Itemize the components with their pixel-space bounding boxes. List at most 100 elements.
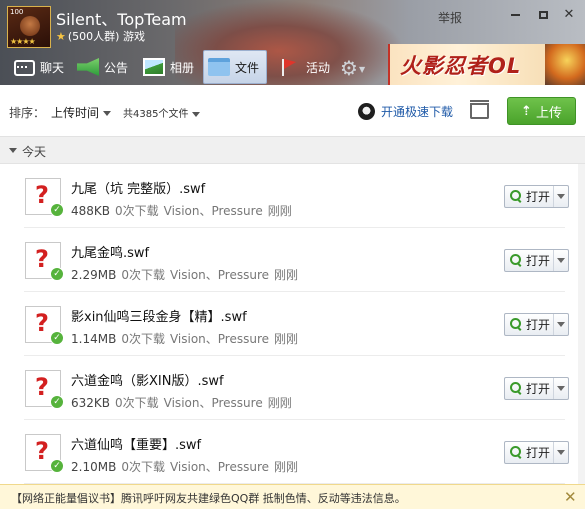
maximize-button[interactable] <box>533 6 553 24</box>
file-meta: 2.10MB 0次下载 Vision、Pressure 刚刚 <box>71 458 298 475</box>
minimize-button[interactable] <box>505 6 525 24</box>
file-name[interactable]: 九尾（坑 完整版）.swf <box>71 178 205 197</box>
fast-download-label: 开通极速下载 <box>381 105 454 119</box>
file-size: 2.10MB <box>71 460 117 474</box>
open-dropdown-arrow[interactable] <box>553 314 568 335</box>
star-icon: ★ <box>56 30 66 43</box>
search-icon <box>509 253 525 269</box>
unknown-file-icon: ? ✓ <box>25 434 64 473</box>
file-size: 2.29MB <box>71 268 117 282</box>
avatar-stars: ★★★★ <box>10 37 36 46</box>
open-button[interactable]: 打开 <box>504 377 569 400</box>
file-downloads: 0次下载 <box>115 204 159 218</box>
open-button[interactable]: 打开 <box>504 313 569 336</box>
file-row[interactable]: ? ✓ 六道仙鸣【重要】.swf 2.10MB 0次下载 Vision、Pressur… <box>0 420 585 484</box>
file-meta: 2.29MB 0次下载 Vision、Pressure 刚刚 <box>71 266 298 283</box>
unknown-file-icon: ? ✓ <box>25 178 64 217</box>
chat-icon <box>13 58 35 76</box>
file-count-dropdown[interactable]: 共4385个文件 <box>123 105 201 120</box>
file-name[interactable]: 九尾金鸣.swf <box>71 242 149 261</box>
minimize-icon <box>510 13 520 16</box>
search-icon <box>509 445 525 461</box>
open-dropdown-arrow[interactable] <box>553 378 568 399</box>
file-time: 刚刚 <box>274 460 299 474</box>
group-member-info: ★ (500人群) 游戏 <box>56 28 145 44</box>
file-row[interactable]: ? ✓ 六道金鸣（影XIN版）.swf 632KB 0次下载 Vision、Press… <box>0 356 585 420</box>
file-downloads: 0次下载 <box>115 396 159 410</box>
mascot-icon <box>358 103 375 120</box>
open-button[interactable]: 打开 <box>504 249 569 272</box>
tab-chat[interactable]: 聊天 <box>10 50 68 84</box>
open-button[interactable]: 打开 <box>504 441 569 464</box>
date-group-label: 今天 <box>22 145 47 159</box>
group-name[interactable]: Silent、TopTeam <box>56 6 187 30</box>
file-row[interactable]: ? ✓ 九尾金鸣.swf 2.29MB 0次下载 Vision、Pressure 刚刚 … <box>0 228 585 292</box>
ad-character-image <box>545 44 585 85</box>
settings-menu[interactable]: ⚙▼ <box>340 57 370 79</box>
open-button-label: 打开 <box>526 190 551 204</box>
file-downloads: 0次下载 <box>121 332 165 346</box>
check-icon: ✓ <box>50 203 64 217</box>
check-icon: ✓ <box>50 395 64 409</box>
report-link[interactable]: 举报 <box>438 9 462 26</box>
file-name[interactable]: 影xin仙鸣三段金身【精】.swf <box>71 306 247 325</box>
avatar-face <box>20 16 40 36</box>
group-avatar[interactable]: 100 ★★★★ <box>7 6 51 48</box>
fast-download-link[interactable]: 开通极速下载 <box>358 103 453 120</box>
notice-text[interactable]: 【网络正能量倡议书】腾讯呼吁网友共建绿色QQ群 抵制色情、反动等违法信息。 <box>11 490 406 506</box>
collapse-triangle-icon <box>9 148 17 153</box>
unknown-file-icon: ? ✓ <box>25 370 64 409</box>
member-info-text: (500人群) 游戏 <box>67 30 145 43</box>
tab-activity-label: 活动 <box>306 60 331 75</box>
download-tray-icon[interactable] <box>470 99 489 119</box>
unknown-file-icon: ? ✓ <box>25 306 64 345</box>
open-dropdown-arrow[interactable] <box>553 442 568 463</box>
close-icon[interactable]: ✕ <box>564 488 577 506</box>
tab-files-label: 文件 <box>235 60 260 75</box>
open-button-label: 打开 <box>526 254 551 268</box>
tab-activity[interactable]: 活动 <box>276 50 332 84</box>
file-time: 刚刚 <box>274 268 299 282</box>
tab-notice[interactable]: 公告 <box>74 50 132 84</box>
megaphone-icon <box>77 58 99 76</box>
file-time: 刚刚 <box>267 396 292 410</box>
file-row[interactable]: ? ✓ 九尾（坑 完整版）.swf 488KB 0次下载 Vision、Pressur… <box>0 164 585 228</box>
tab-album[interactable]: 相册 <box>140 50 200 84</box>
close-button[interactable]: ✕ <box>559 6 579 24</box>
open-dropdown-arrow[interactable] <box>553 186 568 207</box>
file-uploader: Vision、Pressure <box>163 396 263 410</box>
file-time: 刚刚 <box>267 204 292 218</box>
file-meta: 488KB 0次下载 Vision、Pressure 刚刚 <box>71 202 292 219</box>
open-button-label: 打开 <box>526 446 551 460</box>
tab-notice-label: 公告 <box>104 60 129 75</box>
file-list-scrollbar[interactable] <box>578 164 585 484</box>
file-name[interactable]: 六道仙鸣【重要】.swf <box>71 434 201 453</box>
open-button[interactable]: 打开 <box>504 185 569 208</box>
file-downloads: 0次下载 <box>121 268 165 282</box>
check-icon: ✓ <box>50 267 64 281</box>
file-uploader: Vision、Pressure <box>169 460 270 474</box>
open-dropdown-arrow[interactable] <box>553 250 568 271</box>
maximize-icon <box>538 10 548 19</box>
file-downloads: 0次下载 <box>121 460 165 474</box>
file-row[interactable]: ? ✓ 影xin仙鸣三段金身【精】.swf 1.14MB 0次下载 Vision、Pr… <box>0 292 585 356</box>
file-name[interactable]: 六道金鸣（影XIN版）.swf <box>71 370 224 389</box>
file-size: 1.14MB <box>71 332 117 346</box>
search-icon <box>509 381 525 397</box>
file-time: 刚刚 <box>274 332 299 346</box>
title-bar: 100 ★★★★ Silent、TopTeam ★ (500人群) 游戏 举报 ✕… <box>0 0 585 85</box>
unknown-file-icon: ? ✓ <box>25 242 64 281</box>
file-meta: 1.14MB 0次下载 Vision、Pressure 刚刚 <box>71 330 298 347</box>
open-button-label: 打开 <box>526 318 551 332</box>
tab-chat-label: 聊天 <box>40 60 65 75</box>
chevron-down-icon: ▼ <box>358 64 366 74</box>
upload-button[interactable]: ⇡ 上传 <box>507 97 576 125</box>
notice-bar: 【网络正能量倡议书】腾讯呼吁网友共建绿色QQ群 抵制色情、反动等违法信息。 ✕ <box>0 484 585 509</box>
chevron-down-icon <box>192 111 201 117</box>
date-group-header[interactable]: 今天 <box>0 137 585 164</box>
flag-icon <box>279 58 301 76</box>
tab-files[interactable]: 文件 <box>203 50 267 84</box>
sort-dropdown[interactable]: 上传时间 <box>51 104 112 121</box>
file-uploader: Vision、Pressure <box>169 332 270 346</box>
ad-banner[interactable]: 火影忍者OL <box>388 44 585 85</box>
